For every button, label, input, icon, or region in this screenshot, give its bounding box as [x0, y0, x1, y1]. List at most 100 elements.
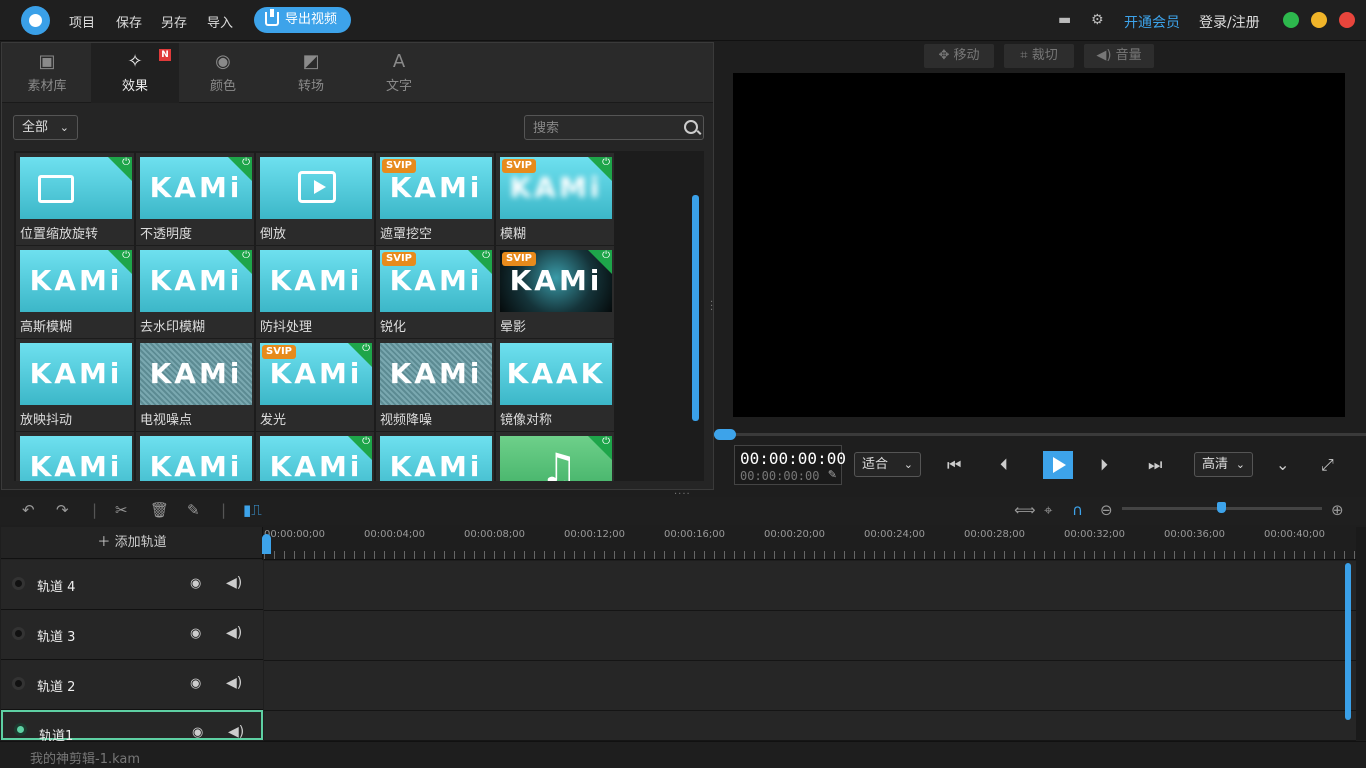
tab-text[interactable]: A 文字 [355, 43, 443, 103]
track-lane[interactable] [264, 561, 1356, 611]
effect-card[interactable]: KAMi [16, 432, 134, 481]
track-header[interactable]: 轨道 4 ◉ ◀) [1, 560, 263, 610]
add-track-button[interactable]: ＋ 添加轨道 [1, 527, 263, 559]
tab-label: 文字 [385, 79, 412, 94]
effect-card[interactable]: KAMi [376, 432, 494, 481]
effect-thumbnail: KAMi [140, 436, 252, 481]
effect-thumbnail: KAMi [20, 436, 132, 481]
track-lane[interactable] [264, 661, 1356, 711]
crop-button[interactable]: ⌗ 裁切 [1004, 44, 1074, 68]
fullscreen-icon[interactable]: ⤢ [1321, 455, 1334, 475]
vertical-splitter-handle[interactable]: · · · [710, 298, 713, 316]
redo-icon[interactable]: ↷ [56, 501, 69, 519]
tab-color[interactable]: ◉ 颜色 [179, 43, 267, 103]
preview-progress-handle[interactable] [714, 429, 736, 440]
message-icon[interactable]: ▬ [1058, 12, 1071, 28]
timeline-playhead[interactable] [262, 534, 271, 554]
effect-card[interactable]: KAMi SVIP 遮罩挖空 [376, 153, 494, 245]
effect-card[interactable]: KAMi ⏻ SVIP 晕影 [496, 246, 614, 338]
login-register-link[interactable]: 登录/注册 [1199, 12, 1260, 32]
search-field[interactable] [524, 115, 704, 140]
effect-card[interactable]: ♫ ⏻ [496, 432, 614, 481]
track-header[interactable]: 轨道 3 ◉ ◀) [1, 610, 263, 660]
menu-save[interactable]: 保存 [116, 12, 142, 31]
track-select-dot[interactable] [14, 723, 27, 736]
delete-trash-icon[interactable]: 🗑 [150, 501, 169, 519]
effect-card[interactable]: KAMi ⏻ SVIP 锐化 [376, 246, 494, 338]
cut-scissors-icon[interactable]: ✂ [115, 501, 128, 519]
next-frame-icon[interactable]: ⏵ [1100, 455, 1108, 475]
speaker-volume-icon[interactable]: ◀) [228, 724, 244, 740]
track-header[interactable]: 轨道 2 ◉ ◀) [1, 660, 263, 710]
effect-card[interactable]: 倒放 [256, 153, 374, 245]
pin-window-button[interactable] [1283, 12, 1299, 28]
effect-label: 视频降噪 [380, 413, 433, 428]
track-header-active[interactable]: 轨道1 ◉ ◀) [1, 710, 263, 744]
category-filter-select[interactable]: 全部 ⌄ [13, 115, 78, 140]
eye-visibility-icon[interactable]: ◉ [190, 676, 201, 691]
menu-import[interactable]: 导入 [207, 12, 233, 31]
marker-pin-icon[interactable]: ⌖ [1044, 501, 1052, 519]
tab-transition[interactable]: ◩ 转场 [267, 43, 355, 103]
export-video-button[interactable]: 导出视频 [254, 7, 351, 33]
speaker-volume-icon[interactable]: ◀) [226, 575, 242, 591]
zoom-slider-handle[interactable] [1217, 502, 1226, 513]
undo-icon[interactable]: ↶ [22, 501, 35, 519]
speaker-volume-icon[interactable]: ◀) [226, 625, 242, 641]
zoom-out-icon[interactable]: ⊖ [1100, 501, 1113, 519]
search-input[interactable] [533, 119, 673, 137]
volume-button[interactable]: ◀) 音量 [1084, 44, 1154, 68]
effect-thumbnail: KAMi ⏻ SVIP [500, 250, 612, 312]
search-icon[interactable] [684, 120, 698, 134]
effect-card[interactable]: KAMi ⏻ [256, 432, 374, 481]
previous-frame-icon[interactable]: ⏴ [1000, 455, 1008, 475]
menu-project[interactable]: 项目 [69, 12, 95, 31]
eye-visibility-icon[interactable]: ◉ [192, 725, 203, 740]
track-lane[interactable] [264, 611, 1356, 661]
close-button[interactable] [1339, 12, 1355, 28]
eye-visibility-icon[interactable]: ◉ [190, 576, 201, 591]
open-vip-link[interactable]: 开通会员 [1124, 12, 1180, 32]
collapse-chevrons-icon[interactable]: ⌄ [1276, 455, 1289, 474]
effect-card[interactable]: KAMi 放映抖动 [16, 339, 134, 431]
menu-save-as[interactable]: 另存 [161, 12, 187, 31]
effect-card[interactable]: KAMi 电视噪点 [136, 339, 254, 431]
track-select-dot[interactable] [12, 627, 25, 640]
skip-to-end-icon[interactable]: ⏭ [1148, 455, 1162, 475]
preview-progress-track[interactable] [714, 433, 1366, 436]
effect-card[interactable]: KAMi [136, 432, 254, 481]
track-select-dot[interactable] [12, 677, 25, 690]
effect-card[interactable]: KAMi ⏻ 去水印模糊 [136, 246, 254, 338]
zoom-in-icon[interactable]: ⊕ [1331, 501, 1344, 519]
fit-timeline-icon[interactable]: ⟺ [1014, 501, 1036, 519]
effect-card[interactable]: KAMi ⏻ SVIP 发光 [256, 339, 374, 431]
minimize-button[interactable] [1311, 12, 1327, 28]
tab-media-library[interactable]: ▣ 素材库 [3, 43, 91, 103]
effect-card[interactable]: KAMi ⏻ 不透明度 [136, 153, 254, 245]
skip-to-start-icon[interactable]: ⏮ [947, 455, 961, 475]
play-button[interactable] [1043, 451, 1073, 479]
track-select-dot[interactable] [12, 577, 25, 590]
effect-card[interactable]: KAAK 镜像对称 [496, 339, 614, 431]
effects-icon: ✧ [127, 51, 143, 72]
effects-scrollbar[interactable] [692, 195, 699, 421]
magnet-snap-icon[interactable]: ∩ [1072, 501, 1083, 519]
volume-label: 音量 [1115, 48, 1142, 63]
timeline-ruler[interactable]: 00:00:00;00 00:00:04;00 00:00:08;00 00:00:1… [264, 527, 1356, 560]
effect-card[interactable]: ⏻ 位置缩放旋转 [16, 153, 134, 245]
speaker-volume-icon[interactable]: ◀) [226, 675, 242, 691]
fit-select[interactable]: 适合 ⌄ [854, 452, 921, 477]
edit-pencil-icon[interactable]: ✎ [828, 468, 837, 481]
eye-visibility-icon[interactable]: ◉ [190, 626, 201, 641]
timeline-scrollbar[interactable] [1345, 563, 1351, 720]
split-track-icon[interactable]: ▮⎍ [243, 501, 262, 519]
effect-card[interactable]: KAMi 防抖处理 [256, 246, 374, 338]
move-button[interactable]: ✥ 移动 [924, 44, 994, 68]
settings-gear-icon[interactable]: ⚙ [1091, 12, 1104, 28]
effect-card[interactable]: KAMi ⏻ 高斯模糊 [16, 246, 134, 338]
effect-card[interactable]: KAMi 视频降噪 [376, 339, 494, 431]
edit-pencil-icon[interactable]: ✎ [187, 501, 200, 519]
track-lane[interactable] [264, 711, 1356, 741]
effect-card[interactable]: KAMi ⏻ SVIP 模糊 [496, 153, 614, 245]
quality-select[interactable]: 高清 ⌄ [1194, 452, 1253, 477]
